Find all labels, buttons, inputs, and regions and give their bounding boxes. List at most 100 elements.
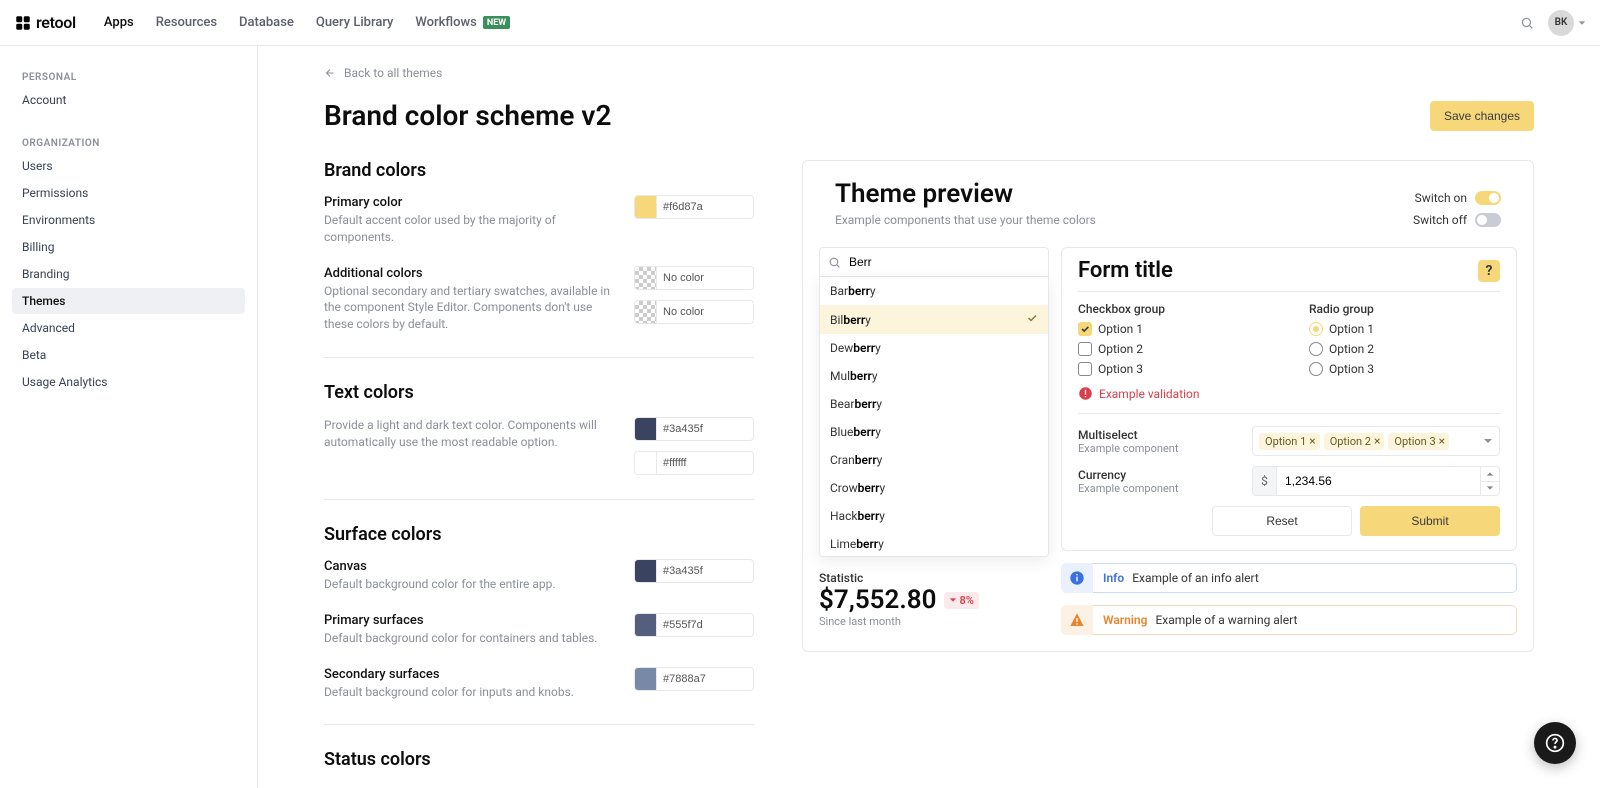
sidebar-item-billing[interactable]: Billing [12, 234, 245, 260]
radio-option-3[interactable]: Option 3 [1309, 362, 1500, 376]
nav-query-library[interactable]: Query Library [316, 15, 394, 30]
currency-label: Currency [1078, 468, 1238, 482]
radio-option-1[interactable]: Option 1 [1309, 322, 1500, 336]
search-icon [828, 256, 841, 269]
info-alert: Info Example of an info alert [1061, 563, 1517, 593]
sidebar-item-environments[interactable]: Environments [12, 207, 245, 233]
text-dark-input[interactable] [634, 417, 754, 441]
primary-color-label: Primary color [324, 195, 618, 210]
text-light-value[interactable] [657, 457, 753, 469]
additional-color-2-value[interactable] [657, 306, 753, 318]
save-changes-button[interactable]: Save changes [1430, 101, 1534, 131]
checkbox-option-1[interactable]: Option 1 [1078, 322, 1269, 336]
arrow-left-icon [324, 67, 336, 79]
content-scroll[interactable]: Back to all themes Brand color scheme v2… [258, 46, 1600, 788]
tag-remove-icon[interactable]: × [1309, 435, 1315, 447]
statistic-delta: 8% [944, 592, 978, 609]
preview-select-input[interactable] [847, 254, 1040, 270]
back-link-label: Back to all themes [344, 66, 442, 80]
sidebar-item-advanced[interactable]: Advanced [12, 315, 245, 341]
sidebar-item-usage-analytics[interactable]: Usage Analytics [12, 369, 245, 395]
text-dark-value[interactable] [657, 423, 753, 435]
sidebar-item-beta[interactable]: Beta [12, 342, 245, 368]
preview-switch-on[interactable] [1475, 191, 1501, 205]
canvas-color-swatch[interactable] [635, 560, 657, 582]
user-menu-chevron-icon[interactable] [1578, 19, 1586, 27]
reset-button[interactable]: Reset [1212, 506, 1352, 536]
nav-apps[interactable]: Apps [104, 15, 134, 30]
additional-color-2-input[interactable] [634, 300, 754, 324]
search-icon[interactable] [1520, 16, 1534, 30]
dropdown-item-label: Hackberry [830, 509, 885, 523]
checkbox-option-2[interactable]: Option 2 [1078, 342, 1269, 356]
nav-database[interactable]: Database [239, 15, 294, 30]
preview-dropdown-list[interactable]: BarberryBilberryDewberry Mulberry Bearberr… [819, 277, 1049, 557]
help-icon [1545, 733, 1565, 753]
retool-logo-icon [14, 14, 32, 32]
primary-color-swatch[interactable] [635, 196, 657, 218]
secondary-surfaces-value[interactable] [657, 673, 753, 685]
radio-icon [1309, 342, 1323, 356]
dropdown-item[interactable]: Bilberry [820, 305, 1048, 334]
text-light-swatch[interactable] [635, 452, 657, 474]
canvas-color-input[interactable] [634, 559, 754, 583]
additional-color-2-swatch[interactable] [635, 301, 657, 323]
brand-logo[interactable]: retool [14, 13, 76, 32]
tag-remove-icon[interactable]: × [1439, 435, 1445, 447]
section-status-colors: Status colors [324, 749, 754, 770]
canvas-color-value[interactable] [657, 565, 753, 577]
currency-step-down[interactable] [1481, 482, 1499, 496]
dropdown-item[interactable]: Bearberry [820, 390, 1048, 418]
text-dark-swatch[interactable] [635, 418, 657, 440]
multiselect-tag-label: Option 3 [1394, 435, 1435, 448]
submit-button[interactable]: Submit [1360, 506, 1500, 536]
sidebar-item-users[interactable]: Users [12, 153, 245, 179]
dropdown-item[interactable]: Cranberry [820, 446, 1048, 474]
additional-color-1-value[interactable] [657, 272, 753, 284]
checkbox-option-3[interactable]: Option 3 [1078, 362, 1269, 376]
currency-input[interactable]: $ [1252, 466, 1500, 496]
help-fab[interactable] [1534, 722, 1576, 764]
dropdown-item[interactable]: Barberry [820, 277, 1048, 305]
primary-surfaces-label: Primary surfaces [324, 613, 618, 628]
dropdown-item-label: Mulberry [830, 369, 878, 383]
divider [324, 357, 754, 358]
additional-color-1-input[interactable] [634, 266, 754, 290]
dropdown-item[interactable]: Blueberry [820, 418, 1048, 446]
sidebar-item-branding[interactable]: Branding [12, 261, 245, 287]
dropdown-item[interactable]: Dewberry [820, 334, 1048, 362]
sidebar-item-themes[interactable]: Themes [12, 288, 245, 314]
dropdown-item[interactable]: Crowberry [820, 474, 1048, 502]
primary-surfaces-input[interactable] [634, 613, 754, 637]
primary-color-value[interactable] [657, 201, 753, 213]
dropdown-item[interactable]: Limeberry [820, 530, 1048, 557]
currency-value[interactable] [1277, 467, 1480, 495]
additional-color-1-swatch[interactable] [635, 267, 657, 289]
preview-select-search[interactable] [819, 247, 1049, 277]
divider [324, 724, 754, 725]
user-avatar[interactable]: BK [1548, 10, 1574, 36]
radio-option-2[interactable]: Option 2 [1309, 342, 1500, 356]
tag-remove-icon[interactable]: × [1374, 435, 1380, 447]
dropdown-item-label: Blueberry [830, 425, 881, 439]
back-to-themes-link[interactable]: Back to all themes [324, 66, 442, 80]
secondary-surfaces-swatch[interactable] [635, 668, 657, 690]
secondary-surfaces-input[interactable] [634, 667, 754, 691]
divider [324, 499, 754, 500]
preview-switch-off[interactable] [1475, 213, 1501, 227]
nav-workflows[interactable]: Workflows New [415, 15, 510, 30]
multiselect-input[interactable]: Option 1×Option 2×Option 3× [1252, 426, 1500, 456]
dropdown-item[interactable]: Hackberry [820, 502, 1048, 530]
primary-color-input[interactable] [634, 195, 754, 219]
dropdown-item[interactable]: Mulberry [820, 362, 1048, 390]
currency-step-up[interactable] [1481, 467, 1499, 482]
statistic-caption: Since last month [819, 615, 1049, 628]
sidebar-item-permissions[interactable]: Permissions [12, 180, 245, 206]
nav-resources[interactable]: Resources [156, 15, 217, 30]
text-light-input[interactable] [634, 451, 754, 475]
primary-surfaces-desc: Default background color for containers … [324, 630, 618, 647]
sidebar-item-account[interactable]: Account [12, 87, 245, 113]
form-help-icon[interactable]: ? [1478, 260, 1500, 282]
primary-surfaces-swatch[interactable] [635, 614, 657, 636]
primary-surfaces-value[interactable] [657, 619, 753, 631]
